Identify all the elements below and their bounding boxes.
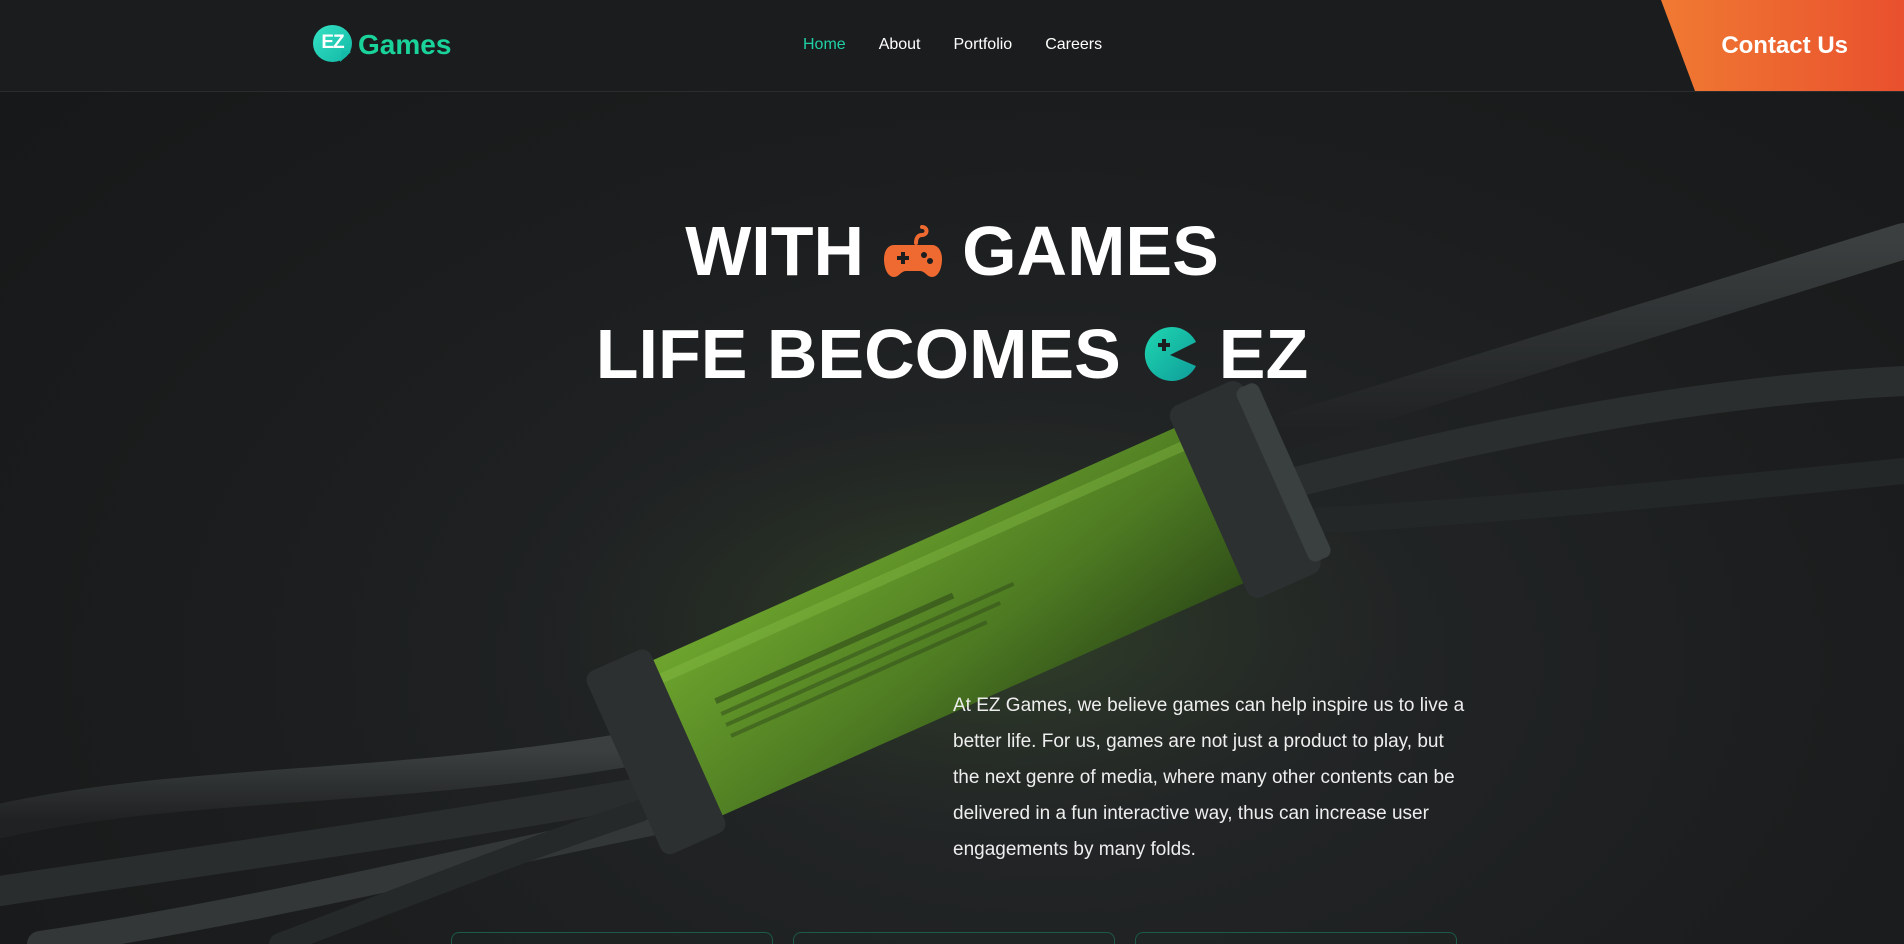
nav-item-home[interactable]: Home: [803, 36, 846, 54]
headline-line-2-end: EZ: [1218, 315, 1309, 393]
feature-card[interactable]: [1135, 932, 1457, 944]
hero-description: At EZ Games, we believe games can help i…: [953, 695, 1465, 860]
headline-line-2-start: LIFE BECOMES: [595, 315, 1121, 393]
nav-item-careers[interactable]: Careers: [1045, 36, 1102, 54]
main-nav: Home About Portfolio Careers: [803, 36, 1102, 54]
logo-badge-icon: EZ: [313, 25, 352, 64]
headline-line-2: LIFE BECOMES EZ: [0, 303, 1904, 406]
nav-item-portfolio[interactable]: Portfolio: [954, 36, 1013, 54]
page: EZ Games Home About Portfolio Careers Co…: [0, 0, 1904, 944]
logo[interactable]: EZ Games: [313, 25, 451, 64]
headline-line-1-end: GAMES: [962, 212, 1219, 290]
site-header: EZ Games Home About Portfolio Careers Co…: [0, 0, 1904, 92]
logo-wordmark: Games: [358, 28, 452, 60]
contact-us-button[interactable]: Contact Us: [1661, 0, 1904, 91]
pacman-icon: [1144, 326, 1196, 381]
headline-line-1-start: WITH: [685, 212, 865, 290]
nav-item-about[interactable]: About: [879, 36, 921, 54]
logo-badge-text: EZ: [321, 32, 344, 53]
feature-card[interactable]: [793, 932, 1115, 944]
hero-headline: WITH GAMES LIFE BECOMES EZ: [0, 200, 1904, 406]
feature-card[interactable]: [451, 932, 773, 944]
gamepad-icon: [884, 224, 943, 277]
headline-line-1: WITH GAMES: [0, 200, 1904, 303]
feature-cards-row: [451, 932, 1457, 944]
